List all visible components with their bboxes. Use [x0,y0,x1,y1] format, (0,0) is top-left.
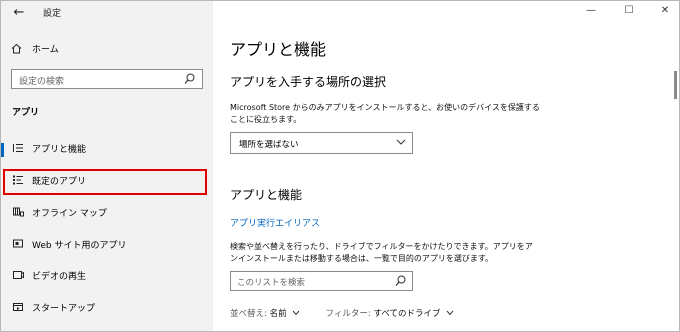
sidebar-item-label: スタートアップ [32,304,96,314]
sidebar-item-label: ビデオの再生 [32,272,87,282]
filter-value: すべてのドライブ [373,309,441,319]
scrollbar-thumb[interactable] [674,71,677,99]
highlight-annotation-box [3,169,207,195]
app-source-dropdown[interactable]: 場所を選ばない [230,132,413,154]
video-playback-icon [11,266,25,288]
window-controls: — ☐ ✕ [561,1,679,23]
chevron-down-icon [396,137,406,150]
chevron-down-icon [446,309,454,318]
sidebar-section-heading: アプリ [12,108,40,118]
home-label: ホーム [32,45,59,55]
list-search-input[interactable]: このリストを検索 [230,271,413,291]
app-execution-alias-link[interactable]: アプリ実行エイリアス [230,216,320,229]
features-section-description: 検索や並べ替えを行ったり、ドライブでフィルターをかけたりできます。アプリをアンイ… [230,242,533,263]
sidebar: ← 設定 ホーム 設定の検索 アプリ アプリと機能 既定のアプリ オフライン マ… [1,1,213,331]
home-icon [11,39,22,61]
sidebar-item-offline-maps[interactable]: オフライン マップ [1,203,213,225]
filter-dropdown[interactable]: フィルター: すべてのドライブ [326,309,455,319]
settings-window: ← 設定 ホーム 設定の検索 アプリ アプリと機能 既定のアプリ オフライン マ… [0,0,680,332]
sidebar-item-apps-for-websites[interactable]: Web サイト用のアプリ [1,235,213,257]
search-placeholder: 設定の検索 [19,77,65,87]
page-title: アプリと機能 [230,40,327,59]
install-section-description: Microsoft Store からのみアプリをインストールすると、お使いのデバ… [230,103,540,124]
sort-filter-row: 並べ替え: 名前 フィルター: すべてのドライブ [230,307,454,319]
sidebar-item-home[interactable]: ホーム [1,39,213,61]
sort-value: 名前 [269,309,287,319]
minimize-icon[interactable]: — [581,5,601,16]
dropdown-value: 場所を選ばない [239,140,299,150]
chevron-down-icon [292,309,303,318]
sidebar-item-label: Web サイト用のアプリ [32,241,127,251]
apps-features-icon [11,139,25,161]
main-content: — ☐ ✕ アプリと機能 アプリを入手する場所の選択 Microsoft Sto… [213,1,679,331]
sidebar-item-startup[interactable]: スタートアップ [1,298,213,320]
sidebar-item-video-playback[interactable]: ビデオの再生 [1,266,213,288]
search-icon[interactable] [395,274,407,288]
sidebar-item-label: オフライン マップ [32,209,107,219]
maximize-icon[interactable]: ☐ [619,5,639,16]
apps-for-websites-icon [11,235,25,257]
titlebar-left: ← 設定 [1,1,213,25]
sort-dropdown[interactable]: 並べ替え: 名前 [230,309,303,319]
sort-label: 並べ替え: [230,309,267,319]
sidebar-item-label: アプリと機能 [32,145,87,155]
window-title: 設定 [43,9,62,19]
features-section-heading: アプリと機能 [230,188,303,202]
startup-icon [11,298,25,320]
search-icon[interactable] [184,72,196,86]
sidebar-item-apps-features[interactable]: アプリと機能 [1,139,213,161]
close-icon[interactable]: ✕ [655,5,675,16]
settings-search-input[interactable]: 設定の検索 [11,69,203,89]
list-search-placeholder: このリストを検索 [237,278,306,288]
back-arrow-icon[interactable]: ← [9,4,29,22]
filter-label: フィルター: [325,309,371,319]
install-section-heading: アプリを入手する場所の選択 [230,75,387,89]
offline-maps-icon [11,203,25,225]
